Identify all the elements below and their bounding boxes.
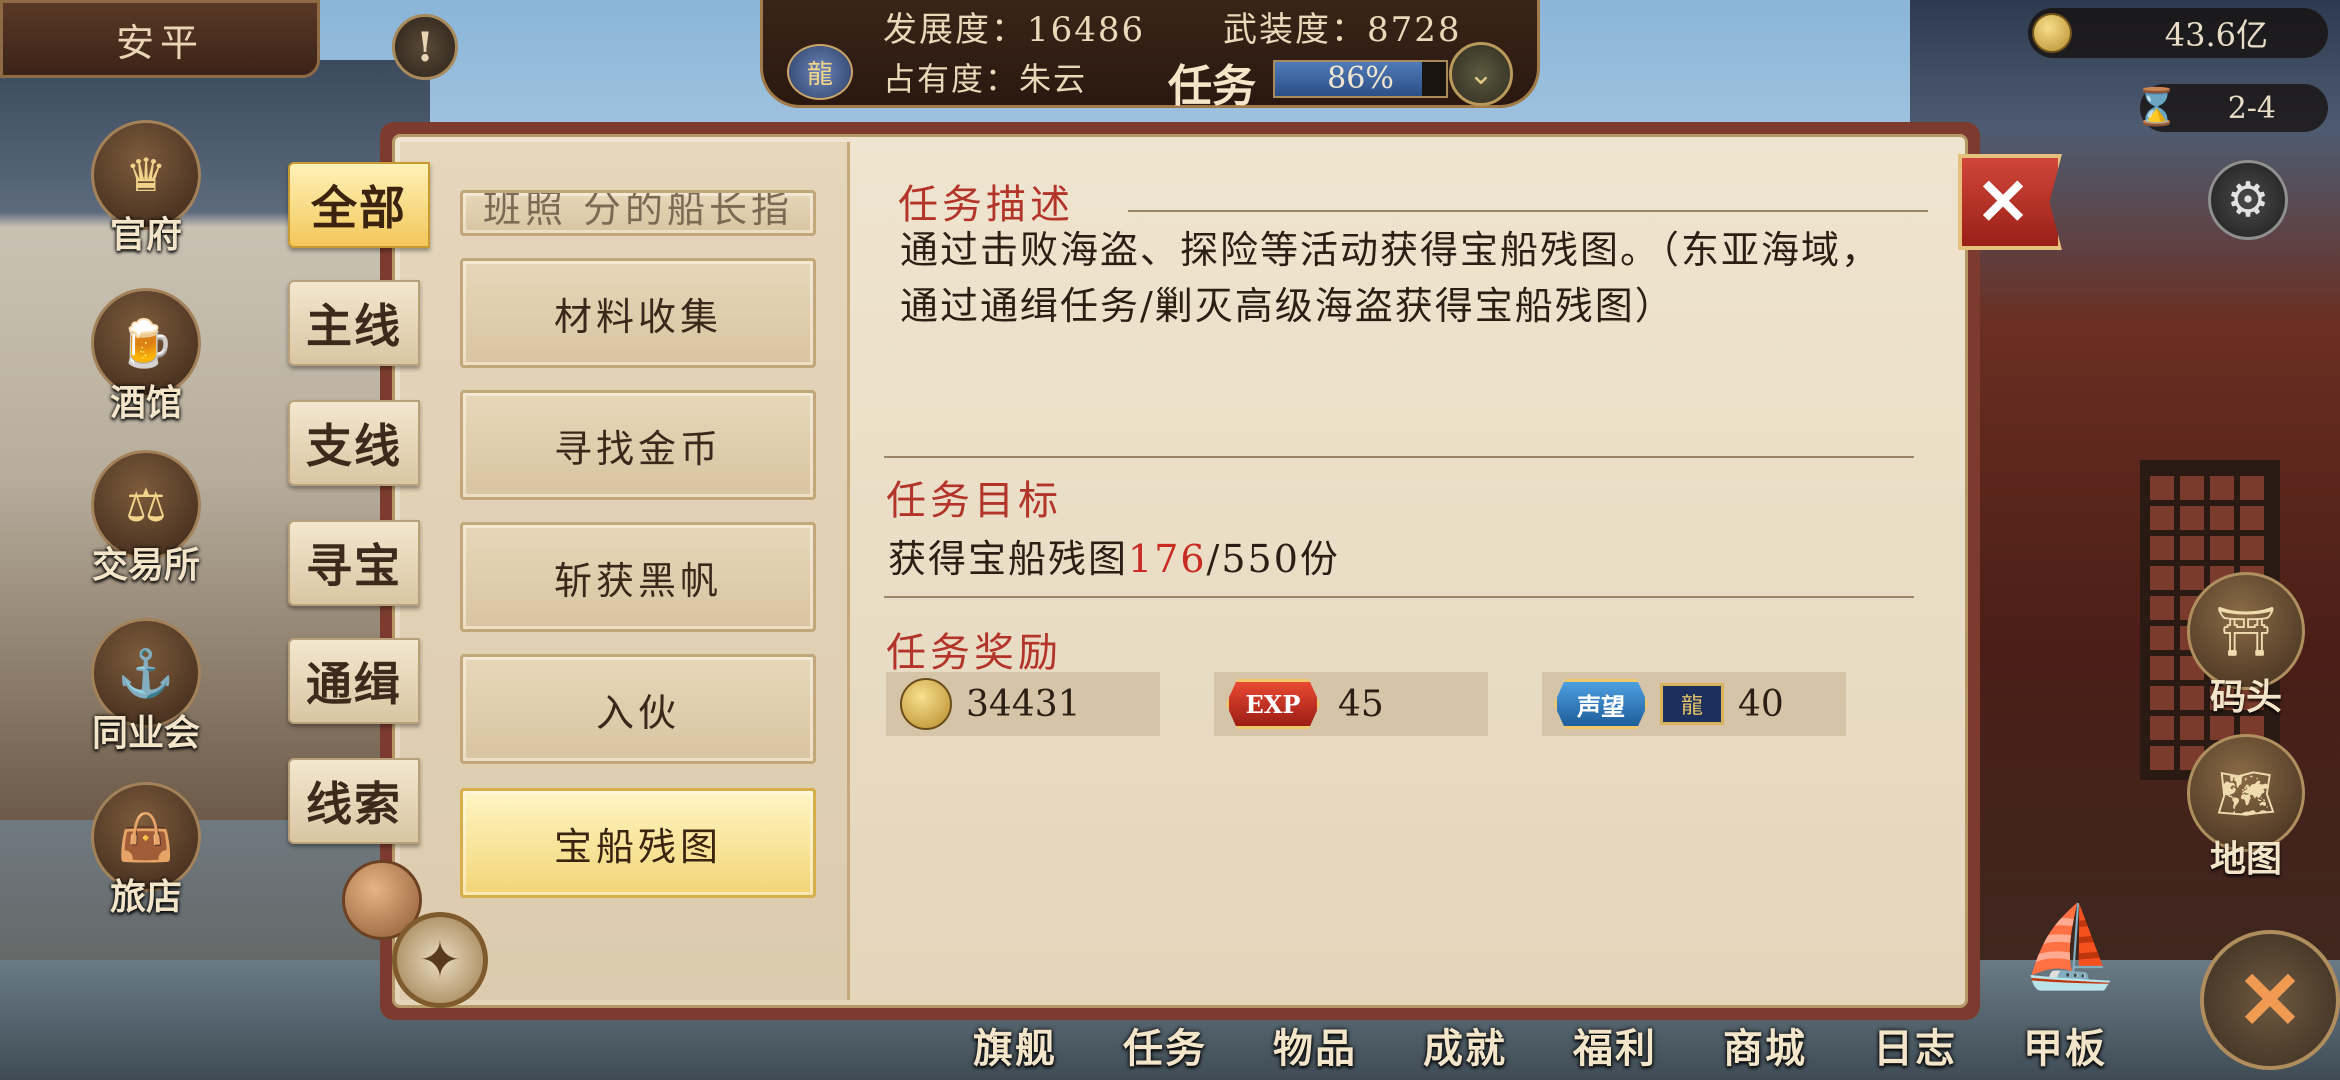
reward-title: 任务奖励 (886, 630, 1062, 676)
nav-label: 旅店 (109, 876, 182, 918)
occupancy-progress-bar: 86% (1273, 60, 1448, 98)
tab-all[interactable]: 全部 (288, 162, 430, 248)
coin-icon (900, 678, 952, 730)
divider (1128, 210, 1928, 212)
goal-prefix: 获得宝船残图 (888, 537, 1129, 581)
bottom-nav-shop[interactable]: 商城 (1690, 1016, 1840, 1080)
development-stat: 发展度：16486 (883, 10, 1146, 50)
divider (884, 596, 1914, 598)
time-value: 2-4 (2227, 90, 2276, 126)
nav-item-dock[interactable]: ⛩ 码头 (2186, 572, 2306, 722)
reward-reputation: 声望 龍 40 (1542, 672, 1846, 736)
bottom-nav: 旗舰 任务 物品 成就 福利 商城 日志 甲板 (940, 1016, 2140, 1080)
hourglass-icon: ⌛ (2134, 87, 2179, 128)
nav-item-government[interactable]: ♛ 官府 (86, 120, 206, 270)
tab-main[interactable]: 主线 (288, 280, 420, 366)
gold-amount: 43.6亿 (2164, 16, 2268, 54)
task-item-selected[interactable]: 宝船残图 (460, 788, 816, 898)
goal-title: 任务目标 (886, 478, 1062, 524)
alert-icon[interactable]: ! (392, 14, 458, 80)
tab-clues[interactable]: 线索 (288, 758, 420, 844)
bottom-nav-flagship[interactable]: 旗舰 (940, 1016, 1090, 1080)
goal-current: 176 (1128, 537, 1207, 581)
task-goal: 获得宝船残图176/550份 (888, 528, 1340, 583)
armament-stat: 武装度：8728 (1223, 10, 1462, 50)
dragon-flag-icon: 龍 (1660, 683, 1724, 725)
exp-badge-icon: EXP (1226, 679, 1320, 729)
nav-item-map[interactable]: 🗺 地图 (2186, 734, 2306, 884)
nav-item-guild[interactable]: ⚓ 同业会 (86, 618, 206, 768)
coin-icon (2032, 13, 2072, 53)
nav-label: 官府 (109, 214, 182, 256)
nav-item-exchange[interactable]: ⚖ 交易所 (86, 450, 206, 600)
close-icon[interactable]: ✕ (1958, 154, 2062, 250)
bottom-nav-deck[interactable]: 甲板 (1990, 1016, 2140, 1080)
nav-label: 同业会 (91, 712, 200, 754)
nav-item-tavern[interactable]: 🍺 酒馆 (86, 288, 206, 438)
reward-gold-value: 34431 (966, 683, 1081, 725)
tab-wanted[interactable]: 通缉 (288, 638, 420, 724)
stats-header: 发展度：16486 武装度：8728 龍 占有度：朱云 任务 86% ⌄ (760, 0, 1540, 112)
reputation-badge-icon: 声望 (1554, 679, 1648, 729)
tab-side[interactable]: 支线 (288, 400, 420, 486)
bottom-nav-achievements[interactable]: 成就 (1390, 1016, 1540, 1080)
bottom-nav-tasks[interactable]: 任务 (1090, 1016, 1240, 1080)
bottom-nav-items[interactable]: 物品 (1240, 1016, 1390, 1080)
task-item[interactable]: 入伙 (460, 654, 816, 764)
task-item[interactable]: 斩获黑帆 (460, 522, 816, 632)
nav-label: 交易所 (91, 544, 200, 586)
nav-label: 酒馆 (109, 382, 182, 424)
goal-suffix: /550份 (1206, 537, 1340, 581)
crossed-swords-icon[interactable]: ✕ (2200, 930, 2340, 1070)
reward-exp: EXP 45 (1214, 672, 1488, 736)
reward-exp-value: 45 (1338, 683, 1384, 725)
nav-item-inn[interactable]: 👜 旅店 (86, 782, 206, 932)
task-description: 通过击败海盗、探险等活动获得宝船残图。（东亚海域，通过通缉任务/剿灭高级海盗获得… (900, 228, 1882, 328)
tab-treasure[interactable]: 寻宝 (288, 520, 420, 606)
city-name-plate[interactable]: 安平 (0, 0, 320, 78)
gold-counter: 43.6亿 (2028, 8, 2328, 58)
occupancy-stat: 占有度：朱云 (883, 60, 1088, 98)
reward-gold: 34431 (886, 672, 1160, 736)
gear-icon[interactable]: ⚙ (2208, 160, 2288, 240)
nav-label: 地图 (2209, 838, 2282, 880)
chevron-down-icon[interactable]: ⌄ (1449, 42, 1513, 106)
reward-reputation-value: 40 (1738, 683, 1784, 725)
bottom-nav-welfare[interactable]: 福利 (1540, 1016, 1690, 1080)
ship-icon[interactable]: ⛵ (2000, 900, 2140, 1020)
page-title: 任务 (1168, 61, 1256, 112)
nav-label: 码头 (2209, 676, 2282, 718)
task-item[interactable]: 班照 分的船长指 (460, 190, 816, 236)
dragon-emblem-icon: 龍 (787, 44, 853, 100)
bottom-nav-log[interactable]: 日志 (1840, 1016, 1990, 1080)
time-counter: ⌛ 2-4 (2134, 84, 2328, 132)
task-item[interactable]: 寻找金币 (460, 390, 816, 500)
progress-text: 86% (1327, 61, 1394, 96)
task-item[interactable]: 材料收集 (460, 258, 816, 368)
compass-icon[interactable]: ✦ (392, 912, 488, 1008)
divider (884, 456, 1914, 458)
